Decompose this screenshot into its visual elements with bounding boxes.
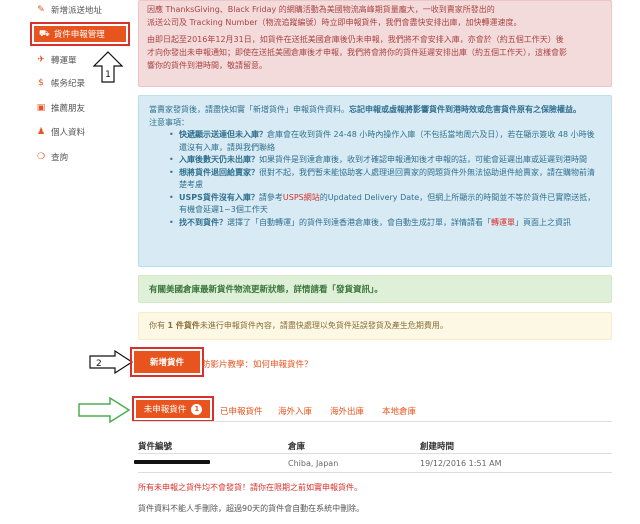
pending-suffix: 未進行申報貨件內容，請盡快處理以免貨件延誤發貨及產生危期費用。 — [199, 321, 448, 330]
alert-line: 因應 ThanksGiving、Black Friday 的網購活動為美國物流高… — [147, 5, 495, 14]
sidebar-item-label: 推薦朋友 — [51, 104, 86, 114]
alert-intro: 當賣家發貨後，請盡快如實「新增貨件」申報貨件資料。忘記申報或虛報將影響貨件到港時… — [149, 104, 601, 117]
sidebar-item-label: 貨件申報管理 — [53, 30, 105, 40]
forwarding-order-link[interactable]: 轉運單 — [491, 218, 515, 227]
alert-peak-season: 因應 ThanksGiving、Black Friday 的網購活動為美國物流高… — [138, 0, 612, 87]
cell-warehouse: Chiba, Japan — [288, 459, 339, 468]
alert-line: 由即日起至2016年12月31日，如貨件在送抵美國倉庫後仍未申報，我們將不會安排… — [147, 35, 564, 44]
note-item-title: 找不到貨件？ — [179, 217, 227, 227]
column-header-warehouse: 倉庫 — [288, 442, 306, 452]
note-item-text: 請參考 — [258, 192, 283, 202]
note-item: USPS貨件沒有入庫？請參考USPS網站的Updated Delivery Da… — [169, 192, 601, 217]
note-item-text: 如果貨件是到達倉庫後，收到才確認申報通知後才申報的話，可能會延遲出庫或延遲到港時… — [259, 155, 587, 164]
address-icon: ✎ — [37, 4, 45, 15]
gift-icon: ▣ — [36, 102, 46, 113]
alert-intro-bold: 忘記申報或虛報將影響貨件到港時效或危害貨件原有之保險權益。 — [349, 105, 581, 114]
alert-line: 才向你發出未申報通知；即使在送抵美國倉庫後才申報，我們將會將你的貨件延遲安排出庫… — [147, 48, 567, 57]
alert-line: 派送公司及 Tracking Number（物流追蹤編號）時立即申報貨件，我們會… — [147, 18, 522, 27]
sidebar-item-new-address[interactable]: ✎ 新增派送地址 — [36, 4, 102, 16]
note-item-title: USPS貨件沒有入庫？ — [179, 192, 259, 202]
note-item: 快遞顯示送達但未入庫？倉庫會在收到貨件 24-48 小時內操作入庫（不包括當地周… — [169, 129, 601, 154]
alert-shipping-news[interactable]: 有關美國倉庫最新貨件物流更新狀態，詳情請看「發貨資訊」。 — [138, 275, 612, 303]
alert-pending-declaration: 你有 1 件貨件未進行申報貨件內容，請盡快處理以免貨件延誤發貨及產生危期費用。 — [138, 312, 612, 340]
sidebar: ✎ 新增派送地址 ⛟ 貨件申報管理 ✈ 轉運單 $ 帳务纪录 ▣ 推薦朋友 ♟ … — [0, 0, 134, 524]
undeclared-warning: 所有未申報之貨件均不會發貨！請你在限期之前如實申報貨件。 — [138, 483, 362, 492]
auto-delete-note: 貨件資料不能人手刪除，超過90天的貨件會自動在系統中刪除。 — [138, 504, 365, 513]
cell-created-time: 19/12/2016 1:51 AM — [420, 459, 502, 468]
alert-declaration-info: 當賣家發貨後，請盡快如實「新增貨件」申報貨件資料。忘記申報或虛報將影響貨件到港時… — [138, 95, 612, 267]
add-shipment-button[interactable]: 新增貨件 — [130, 347, 204, 377]
tab-declared[interactable]: 已申報貨件 — [220, 405, 263, 417]
tab-overseas-outbound[interactable]: 海外出庫 — [330, 405, 364, 417]
sidebar-item-label: 查詢 — [51, 153, 69, 163]
notes-list: 快遞顯示送達但未入庫？倉庫會在收到貨件 24-48 小時內操作入庫（不包括當地周… — [169, 129, 601, 229]
alert-shipping-news-text: 有關美國倉庫最新貨件物流更新狀態，詳情請看「發貨資訊」。 — [149, 285, 383, 295]
callout-number-1: 1 — [105, 70, 111, 80]
callout-number-2: 2 — [96, 359, 102, 369]
dollar-icon: $ — [38, 77, 44, 88]
sidebar-item-account-records[interactable]: $ 帳务纪录 — [36, 77, 85, 89]
tab-undeclared[interactable]: 未申報貨件 1 — [132, 396, 214, 422]
note-item-text: 」頁面上之資訊 — [515, 217, 571, 227]
note-item-title: 入庫後數天仍未出庫？ — [179, 155, 259, 164]
note-item: 想將貨件退回給賣家？很對不起，我們暫未能協助客人處理退回賣家的問題貨件外無法協助… — [169, 167, 601, 192]
column-header-created: 創建時間 — [420, 442, 455, 452]
green-arrow-icon — [78, 397, 130, 423]
sidebar-item-label: 個人資料 — [51, 128, 86, 138]
redacted-shipment-id — [134, 460, 210, 464]
table-row-divider — [138, 472, 612, 473]
notes-title: 注意事項： — [149, 117, 189, 127]
table-header-divider — [138, 453, 612, 454]
sidebar-item-label: 轉運單 — [51, 56, 77, 66]
tab-count-badge: 1 — [191, 403, 203, 415]
user-icon: ♟ — [36, 126, 46, 137]
sidebar-item-forwarding-orders[interactable]: ✈ 轉運單 — [36, 54, 77, 66]
lifebuoy-icon: ❍ — [36, 151, 46, 162]
sidebar-item-label: 新增派送地址 — [51, 6, 103, 16]
pending-prefix: 你有 — [149, 321, 168, 330]
note-item-text: 選擇了「自動轉運」的貨件到達香港倉庫後，會自動生成訂單，詳情請看「 — [227, 217, 491, 227]
tab-overseas-inbound[interactable]: 海外入庫 — [278, 405, 312, 417]
note-item: 找不到貨件？選擇了「自動轉運」的貨件到達香港倉庫後，會自動生成訂單，詳情請看「轉… — [169, 217, 601, 230]
alert-line: 響你的貨件到港時間，敬請留意。 — [147, 61, 267, 70]
callout-up-arrow-icon: 1 — [93, 51, 123, 83]
sidebar-item-refer-friends[interactable]: ▣ 推薦朋友 — [36, 102, 85, 114]
pending-count: 1 件貨件 — [167, 321, 200, 330]
sidebar-item-shipment-management[interactable]: ⛟ 貨件申報管理 — [30, 22, 130, 46]
note-item: 入庫後數天仍未出庫？如果貨件是到達倉庫後，收到才確認申報通知後才申報的話，可能會… — [169, 154, 601, 167]
column-header-id: 貨件編號 — [138, 442, 173, 452]
sidebar-item-inquiry[interactable]: ❍ 查詢 — [36, 151, 68, 163]
note-item-title: 想將貨件退回給賣家？ — [179, 167, 259, 177]
video-tutorial-link[interactable]: 防影片教學：如何申報貨件？ — [202, 358, 313, 370]
note-item-title: 快遞顯示送達但未入庫？ — [179, 130, 267, 139]
sidebar-item-profile[interactable]: ♟ 個人資料 — [36, 126, 85, 138]
tab-local-warehouse[interactable]: 本地倉庫 — [382, 405, 416, 417]
truck-icon: ⛟ — [39, 28, 50, 39]
plane-icon: ✈ — [37, 54, 45, 65]
callout-right-arrow-icon: 2 — [89, 350, 133, 374]
usps-link[interactable]: USPS網站 — [283, 193, 320, 202]
sidebar-item-label: 帳务纪录 — [51, 79, 86, 89]
tab-label: 未申報貨件 — [143, 405, 187, 415]
alert-intro-text: 當賣家發貨後，請盡快如實「新增貨件」申報貨件資料。 — [149, 105, 349, 114]
tab-divider — [132, 421, 612, 422]
add-shipment-label: 新增貨件 — [134, 351, 200, 373]
